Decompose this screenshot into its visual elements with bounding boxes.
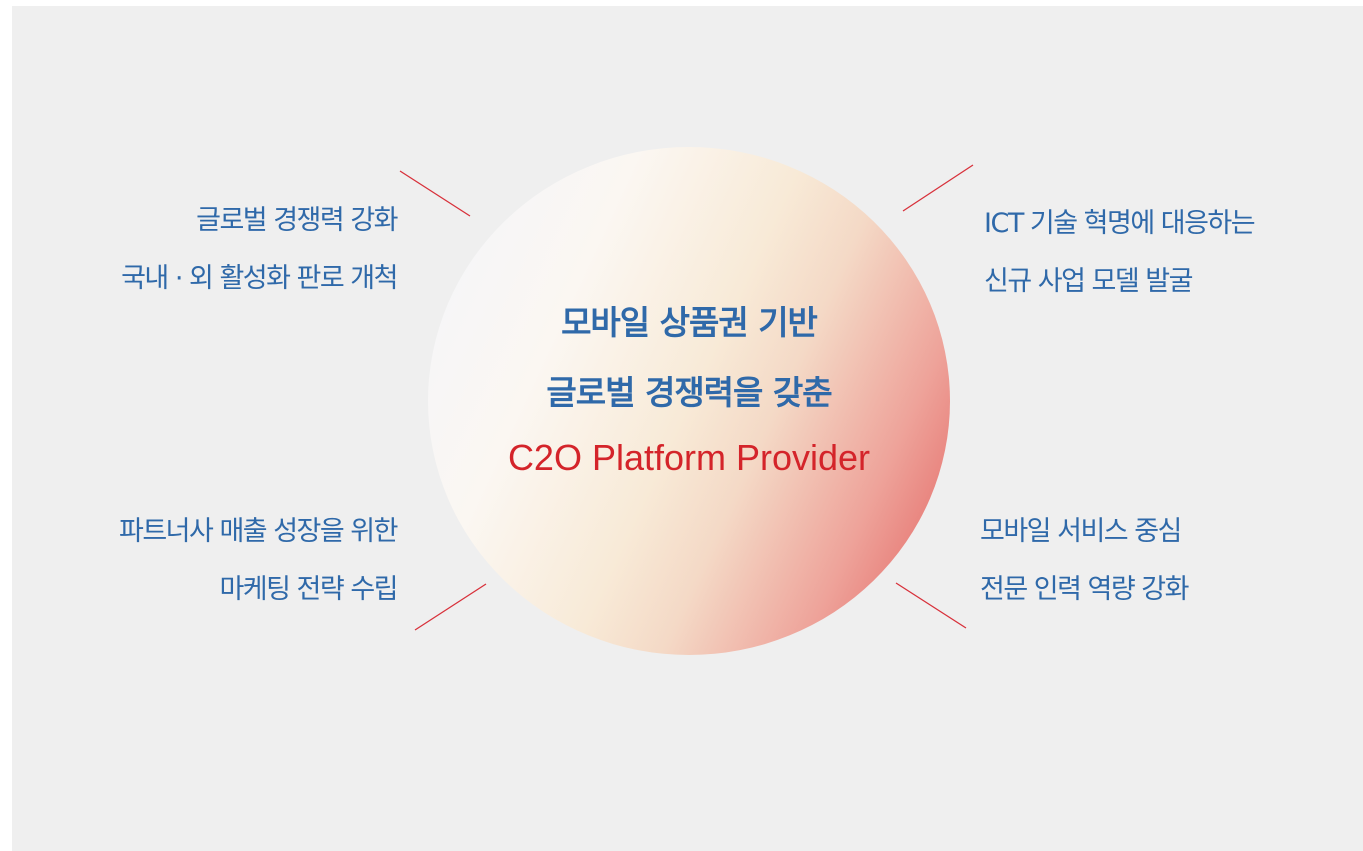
connector-top-right — [902, 164, 974, 212]
top-left-label-line-2: 국내 · 외 활성화 판로 개척 — [121, 263, 398, 294]
top-right-label-line-2: 신규 사업 모델 발굴 — [984, 266, 1193, 297]
top-left-label-line-1: 글로벌 경쟁력 강화 — [196, 205, 398, 236]
bottom-left-label-line-1: 파트너사 매출 성장을 위한 — [119, 516, 399, 547]
bottom-left-label-line-2: 마케팅 전략 수립 — [219, 574, 398, 605]
connector-bottom-left — [414, 583, 487, 631]
center-title-line-1: 모바일 상품권 기반 — [561, 303, 818, 342]
connector-bottom-right — [895, 582, 967, 629]
center-title-line-3: C2O Platform Provider — [507, 437, 871, 478]
center-title-line-2: 글로벌 경쟁력을 갖춘 — [546, 373, 832, 412]
bottom-right-label-line-2: 전문 인력 역량 강화 — [980, 574, 1189, 605]
bottom-right-label-line-1: 모바일 서비스 중심 — [980, 516, 1182, 547]
connector-top-left — [399, 170, 471, 217]
top-right-label-line-1: ICT 기술 혁명에 대응하는 — [984, 208, 1256, 239]
